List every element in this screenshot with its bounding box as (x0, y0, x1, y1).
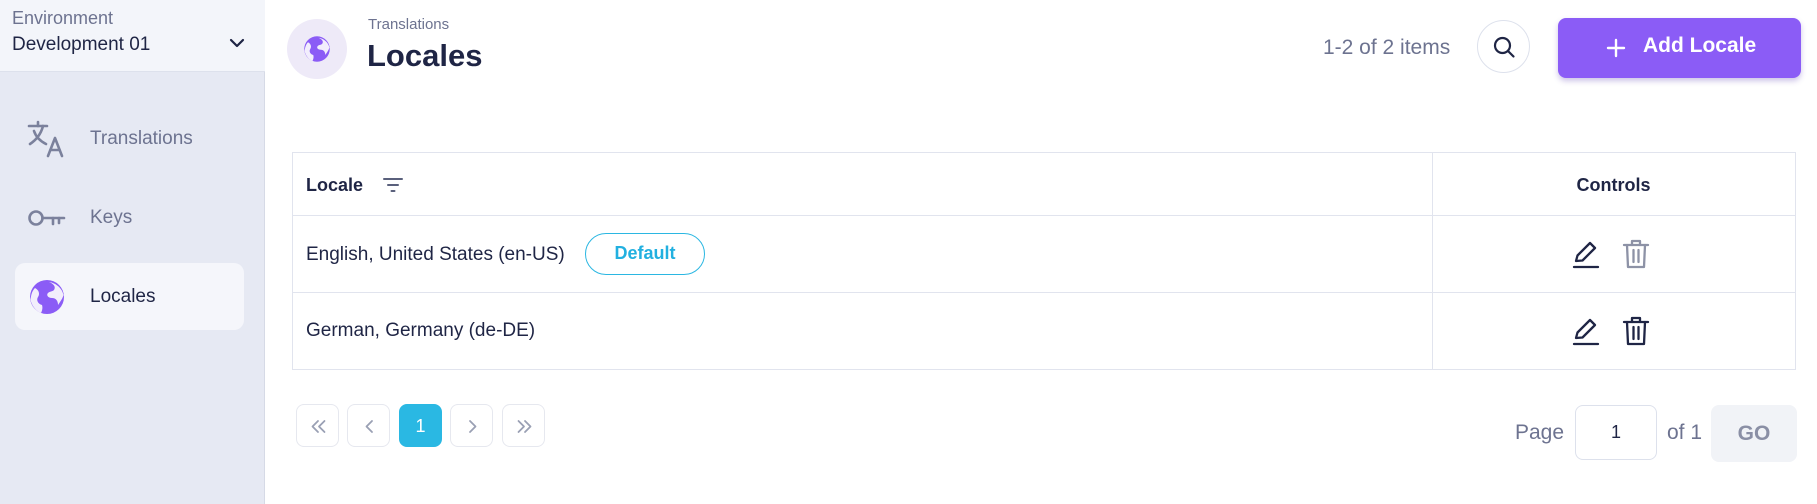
table-header-row: Locale Controls (293, 153, 1795, 216)
key-icon (28, 209, 66, 226)
default-badge: Default (585, 233, 705, 275)
table-row: German, Germany (de-DE) (293, 293, 1795, 369)
chevron-right-icon (469, 420, 477, 433)
page-number-input[interactable] (1575, 405, 1657, 460)
sidebar-item-locales[interactable]: Locales (15, 263, 244, 330)
environment-label: Environment (12, 8, 114, 28)
translate-icon (27, 120, 64, 157)
globe-icon (304, 36, 330, 62)
locale-name: English, United States (en-US) (306, 244, 565, 265)
search-icon (1493, 36, 1515, 58)
last-page-button[interactable] (502, 404, 545, 447)
environment-value: Development 01 (12, 34, 151, 55)
trash-icon[interactable] (1621, 238, 1651, 270)
sidebar-item-label: Translations (90, 127, 193, 149)
sidebar: Environment Development 01 Translations (0, 0, 265, 504)
breadcrumb[interactable]: Translations (368, 16, 449, 33)
double-chevron-right-icon (517, 420, 532, 433)
items-count: 1-2 of 2 items (1323, 36, 1451, 59)
page-icon (287, 19, 347, 79)
double-chevron-left-icon (311, 420, 326, 433)
sidebar-item-keys[interactable]: Keys (15, 184, 244, 251)
chevron-down-icon[interactable] (228, 34, 246, 52)
edit-icon[interactable] (1571, 315, 1601, 347)
page-label: Page (1515, 421, 1565, 444)
add-locale-button[interactable]: Add Locale (1558, 18, 1801, 78)
filter-icon[interactable] (382, 175, 404, 195)
column-header-locale[interactable]: Locale (306, 175, 363, 196)
page-total-label: of 1 (1667, 421, 1703, 444)
search-button[interactable] (1477, 20, 1530, 73)
first-page-button[interactable] (296, 404, 339, 447)
sidebar-item-label: Locales (90, 285, 156, 307)
plus-icon (1606, 38, 1626, 58)
column-header-controls: Controls (1576, 175, 1651, 195)
environment-selector[interactable]: Environment Development 01 (0, 0, 265, 72)
chevron-left-icon (365, 420, 373, 433)
sidebar-item-translations[interactable]: Translations (15, 105, 244, 172)
go-button[interactable]: GO (1711, 405, 1797, 462)
add-locale-label: Add Locale (1643, 34, 1757, 57)
locales-table: Locale Controls English, United States (… (292, 152, 1796, 370)
globe-icon (30, 279, 64, 314)
locale-name: German, Germany (de-DE) (306, 320, 536, 341)
trash-icon[interactable] (1621, 315, 1651, 347)
table-row: English, United States (en-US) Default (293, 216, 1795, 293)
prev-page-button[interactable] (347, 404, 390, 447)
page-title: Locales (367, 38, 483, 73)
sidebar-item-label: Keys (90, 206, 133, 228)
edit-icon[interactable] (1571, 238, 1601, 270)
next-page-button[interactable] (450, 404, 493, 447)
page-button-current[interactable]: 1 (399, 404, 442, 447)
